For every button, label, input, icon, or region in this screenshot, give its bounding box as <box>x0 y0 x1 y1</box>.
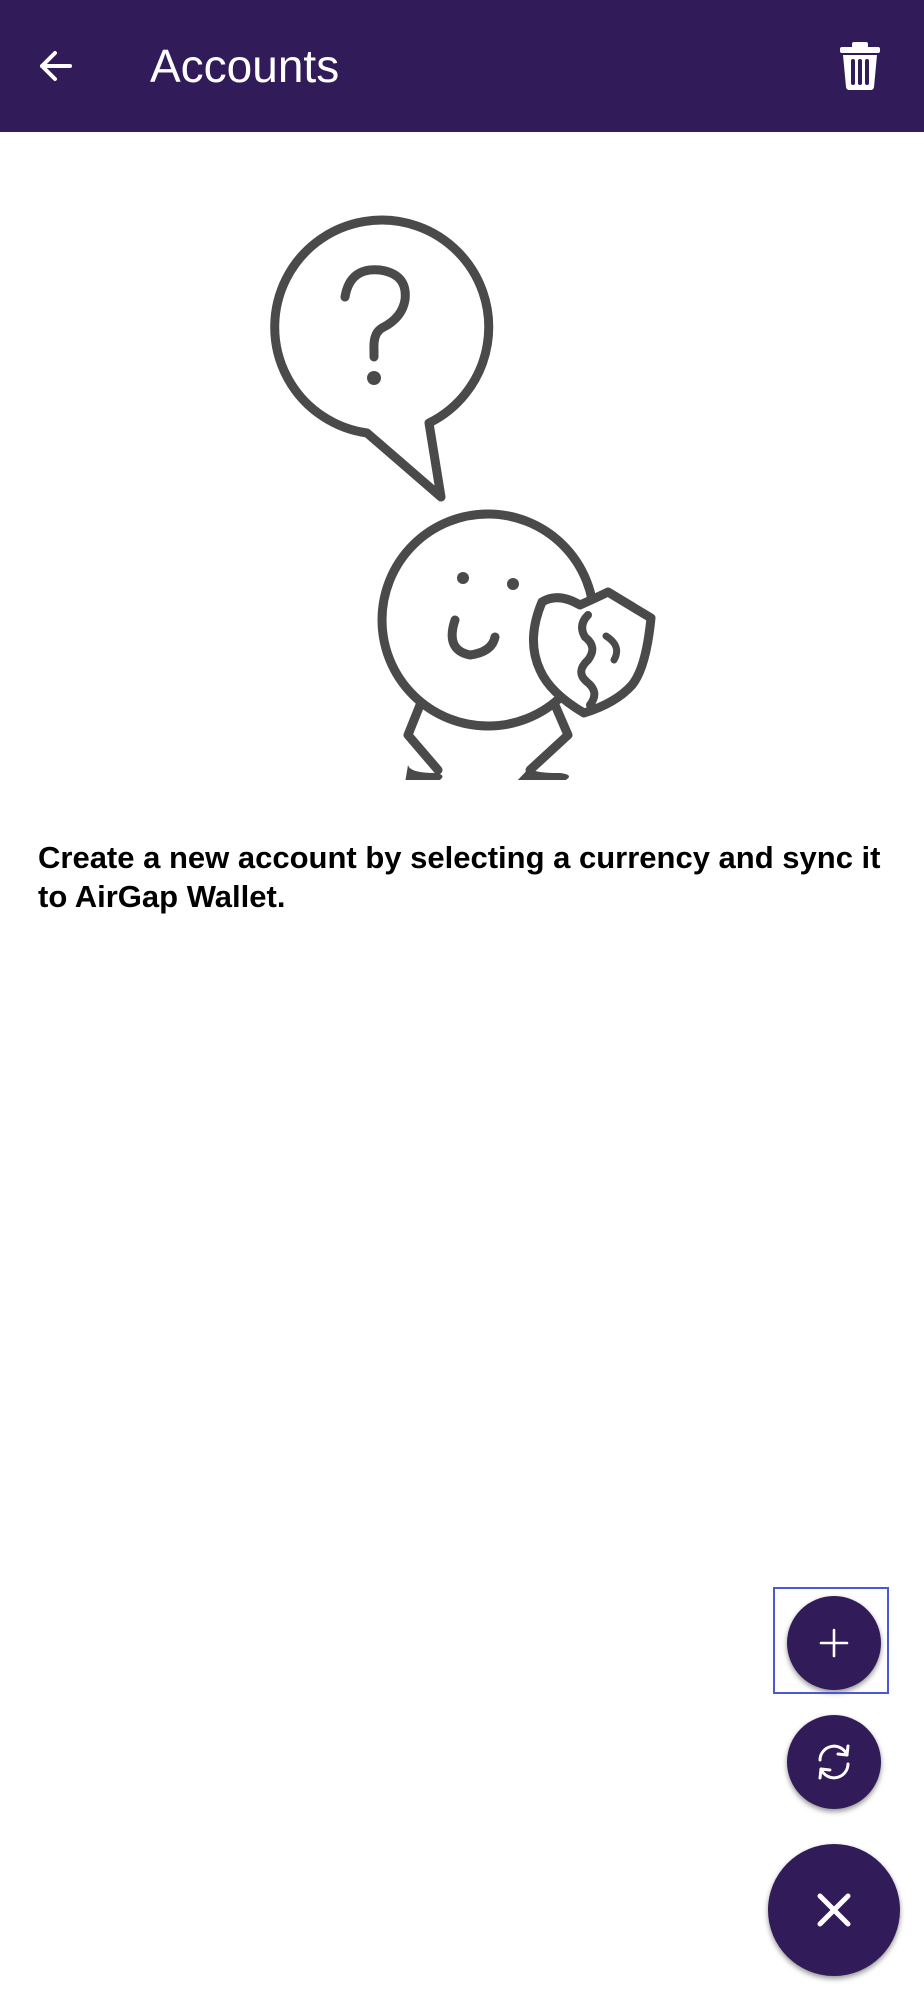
empty-state-message: Create a new account by selecting a curr… <box>38 840 881 914</box>
app-bar: Accounts <box>0 0 924 132</box>
accounts-screen: Accounts Create a new account by selecti… <box>0 0 924 1999</box>
trash-icon <box>840 42 880 90</box>
page-title: Accounts <box>150 40 340 92</box>
add-account-button[interactable] <box>787 1596 881 1690</box>
delete-button[interactable] <box>820 26 900 106</box>
sync-button[interactable] <box>787 1715 881 1809</box>
close-fab-menu-button[interactable] <box>768 1844 900 1976</box>
sync-icon <box>818 1744 850 1780</box>
plus-icon <box>819 1628 849 1658</box>
close-icon <box>817 1893 851 1927</box>
empty-state-illustration <box>270 215 656 780</box>
back-button[interactable] <box>20 26 92 106</box>
arrow-back-icon <box>40 51 72 81</box>
